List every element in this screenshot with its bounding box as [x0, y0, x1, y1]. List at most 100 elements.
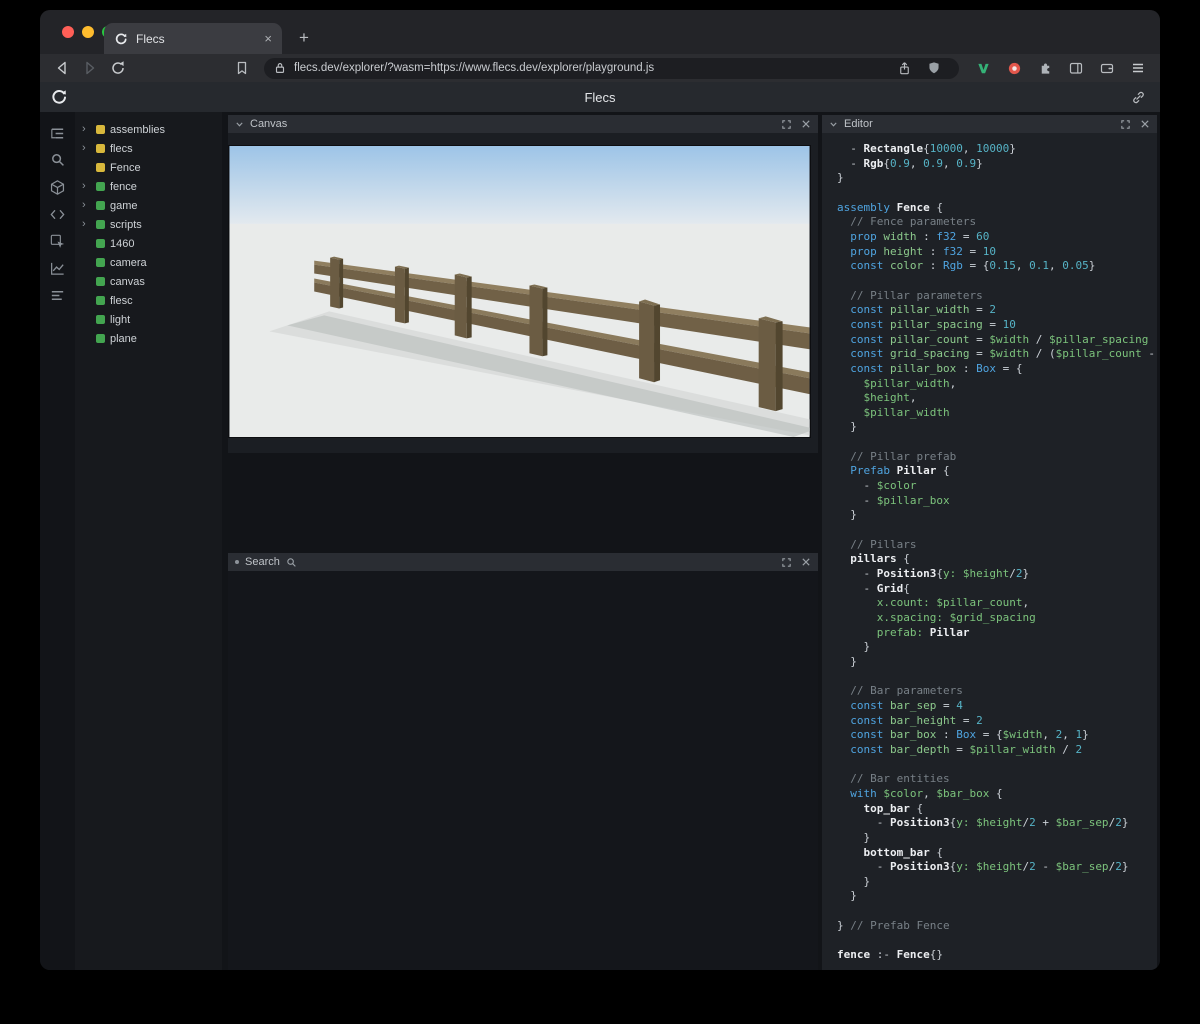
- code-line[interactable]: - Position3{y: $height/2 - $bar_sep/2}: [837, 860, 1157, 875]
- collapse-indicator-icon[interactable]: [235, 560, 239, 564]
- tree-item-plane[interactable]: plane: [75, 329, 222, 348]
- code-line[interactable]: - $pillar_box: [837, 494, 1157, 509]
- expand-arrow-icon[interactable]: ›: [82, 124, 91, 135]
- close-icon[interactable]: [801, 119, 811, 129]
- code-line[interactable]: [837, 758, 1157, 773]
- code-line[interactable]: const bar_box : Box = {$width, 2, 1}: [837, 728, 1157, 743]
- inspect-panel-icon[interactable]: [47, 232, 69, 250]
- extension-record-icon[interactable]: [1002, 57, 1026, 79]
- tree-item-camera[interactable]: camera: [75, 253, 222, 272]
- code-line[interactable]: x.count: $pillar_count,: [837, 596, 1157, 611]
- code-line[interactable]: }: [837, 889, 1157, 904]
- code-line[interactable]: - Rectangle{10000, 10000}: [837, 142, 1157, 157]
- code-line[interactable]: const pillar_box : Box = {: [837, 362, 1157, 377]
- code-line[interactable]: const bar_sep = 4: [837, 699, 1157, 714]
- code-panel-icon[interactable]: [47, 205, 69, 223]
- chart-panel-icon[interactable]: [47, 259, 69, 277]
- code-line[interactable]: // Pillars: [837, 538, 1157, 553]
- editor-panel-header[interactable]: Editor: [822, 115, 1157, 133]
- code-line[interactable]: // Bar parameters: [837, 684, 1157, 699]
- code-line[interactable]: }: [837, 171, 1157, 186]
- tree-item-flecs[interactable]: › flecs: [75, 139, 222, 158]
- code-line[interactable]: - $color: [837, 479, 1157, 494]
- tree-item-game[interactable]: › game: [75, 196, 222, 215]
- code-line[interactable]: bottom_bar {: [837, 846, 1157, 861]
- close-icon[interactable]: [1140, 119, 1150, 129]
- tree-item-Fence[interactable]: Fence: [75, 158, 222, 177]
- code-line[interactable]: [837, 933, 1157, 948]
- tree-item-assemblies[interactable]: › assemblies: [75, 120, 222, 139]
- code-line[interactable]: [837, 186, 1157, 201]
- extension-v-icon[interactable]: [971, 57, 995, 79]
- code-line[interactable]: const bar_depth = $pillar_width / 2: [837, 743, 1157, 758]
- tree-item-1460[interactable]: 1460: [75, 234, 222, 253]
- code-line[interactable]: const pillar_count = $width / $pillar_sp…: [837, 333, 1157, 348]
- back-icon[interactable]: [50, 57, 74, 79]
- tree-item-scripts[interactable]: › scripts: [75, 215, 222, 234]
- tree-item-canvas[interactable]: canvas: [75, 272, 222, 291]
- tree-item-flesc[interactable]: flesc: [75, 291, 222, 310]
- stats-panel-icon[interactable]: [47, 286, 69, 304]
- code-line[interactable]: [837, 523, 1157, 538]
- search-panel-icon[interactable]: [47, 151, 69, 169]
- sidebar-toggle-icon[interactable]: [1064, 57, 1088, 79]
- code-line[interactable]: prop height : f32 = 10: [837, 245, 1157, 260]
- tree-item-fence[interactable]: › fence: [75, 177, 222, 196]
- bookmark-icon[interactable]: [230, 57, 254, 79]
- code-line[interactable]: x.spacing: $grid_spacing: [837, 611, 1157, 626]
- code-line[interactable]: pillars {: [837, 552, 1157, 567]
- code-line[interactable]: const color : Rgb = {0.15, 0.1, 0.05}: [837, 259, 1157, 274]
- reload-icon[interactable]: [106, 57, 130, 79]
- code-line[interactable]: - Position3{y: $height/2}: [837, 567, 1157, 582]
- code-line[interactable]: }: [837, 831, 1157, 846]
- close-window-button[interactable]: [62, 26, 74, 38]
- code-line[interactable]: top_bar {: [837, 802, 1157, 817]
- code-line[interactable]: }: [837, 508, 1157, 523]
- browser-tab[interactable]: Flecs ×: [104, 23, 282, 54]
- address-bar[interactable]: flecs.dev/explorer/?wasm=https://www.fle…: [264, 57, 959, 79]
- code-line[interactable]: const pillar_spacing = 10: [837, 318, 1157, 333]
- search-panel-header[interactable]: Search: [228, 553, 818, 571]
- code-line[interactable]: $height,: [837, 391, 1157, 406]
- tab-close-button[interactable]: ×: [264, 31, 272, 46]
- code-line[interactable]: const grid_spacing = $width / ($pillar_c…: [837, 347, 1157, 362]
- code-line[interactable]: assembly Fence {: [837, 201, 1157, 216]
- new-tab-button[interactable]: +: [292, 26, 316, 50]
- chevron-down-icon[interactable]: [829, 120, 838, 129]
- wallet-icon[interactable]: [1095, 57, 1119, 79]
- code-line[interactable]: const pillar_width = 2: [837, 303, 1157, 318]
- 3d-canvas-viewport[interactable]: [228, 145, 811, 438]
- code-line[interactable]: // Pillar prefab: [837, 450, 1157, 465]
- code-line[interactable]: [837, 435, 1157, 450]
- code-line[interactable]: const bar_height = 2: [837, 714, 1157, 729]
- code-line[interactable]: [837, 670, 1157, 685]
- code-line[interactable]: Prefab Pillar {: [837, 464, 1157, 479]
- canvas-panel-header[interactable]: Canvas: [228, 115, 818, 133]
- code-line[interactable]: $pillar_width: [837, 406, 1157, 421]
- code-line[interactable]: }: [837, 640, 1157, 655]
- code-line[interactable]: }: [837, 420, 1157, 435]
- code-line[interactable]: // Bar entities: [837, 772, 1157, 787]
- expand-icon[interactable]: [1120, 119, 1131, 130]
- close-icon[interactable]: [801, 557, 811, 567]
- code-line[interactable]: - Position3{y: $height/2 + $bar_sep/2}: [837, 816, 1157, 831]
- code-line[interactable]: $pillar_width,: [837, 377, 1157, 392]
- code-line[interactable]: - Grid{: [837, 582, 1157, 597]
- tree-panel-icon[interactable]: [47, 124, 69, 142]
- expand-arrow-icon[interactable]: ›: [82, 143, 91, 154]
- expand-icon[interactable]: [781, 557, 792, 568]
- expand-icon[interactable]: [781, 119, 792, 130]
- code-line[interactable]: }: [837, 655, 1157, 670]
- code-line[interactable]: prop width : f32 = 60: [837, 230, 1157, 245]
- code-line[interactable]: } // Prefab Fence: [837, 919, 1157, 934]
- share-link-icon[interactable]: [1126, 86, 1150, 108]
- menu-icon[interactable]: [1126, 57, 1150, 79]
- tree-item-light[interactable]: light: [75, 310, 222, 329]
- expand-arrow-icon[interactable]: ›: [82, 219, 91, 230]
- code-line[interactable]: }: [837, 875, 1157, 890]
- code-line[interactable]: // Pillar parameters: [837, 289, 1157, 304]
- shield-icon[interactable]: [922, 58, 946, 79]
- code-line[interactable]: [837, 274, 1157, 289]
- code-line[interactable]: - Rgb{0.9, 0.9, 0.9}: [837, 157, 1157, 172]
- code-line[interactable]: fence :- Fence{}: [837, 948, 1157, 963]
